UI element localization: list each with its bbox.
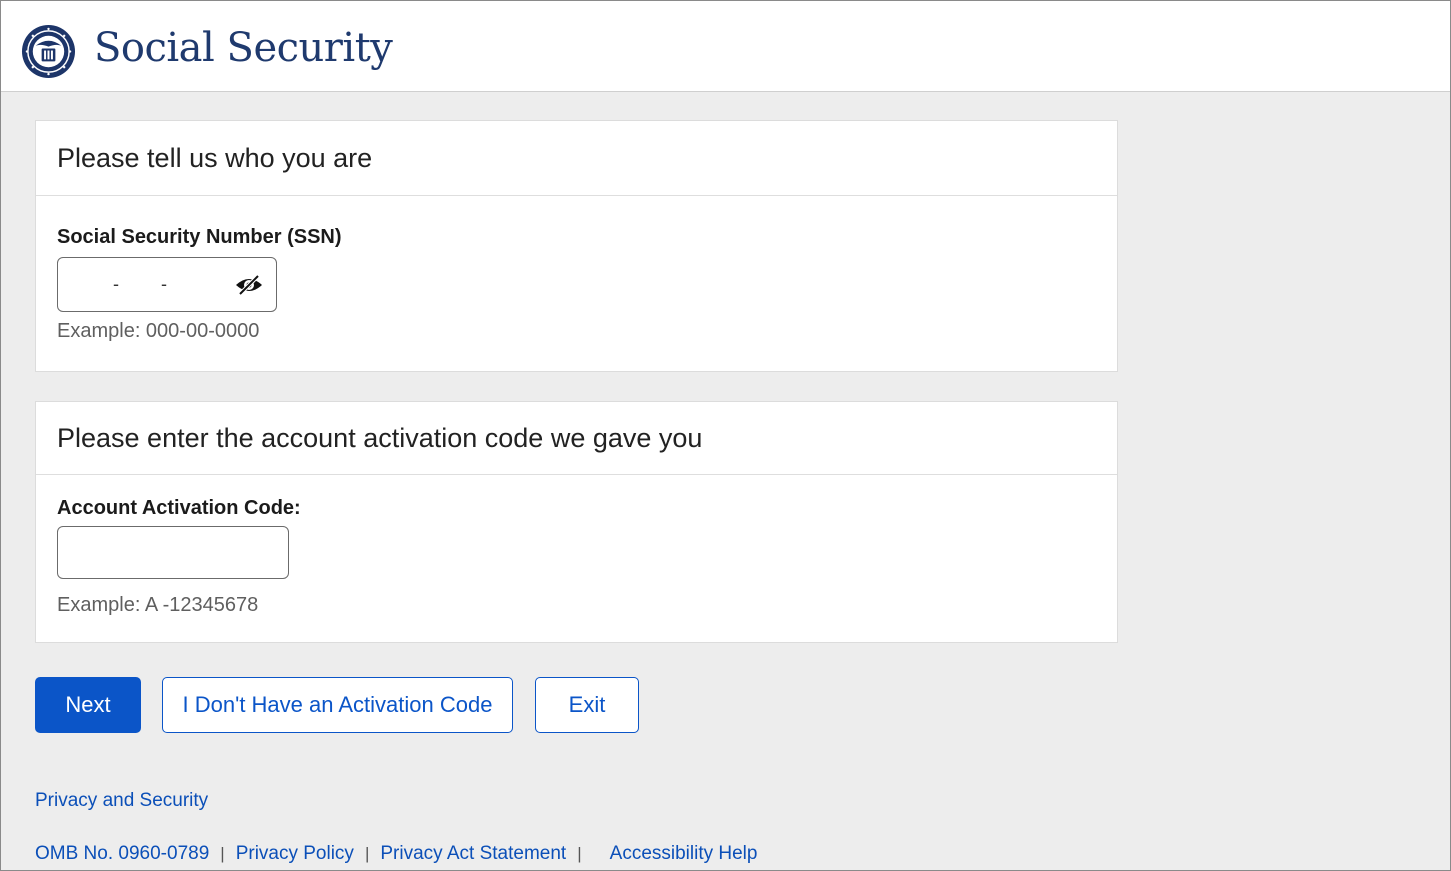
exit-button[interactable]: Exit [535, 677, 639, 733]
footer-separator: | [364, 844, 370, 863]
next-button[interactable]: Next [35, 677, 141, 733]
activation-card: Please enter the account activation code… [35, 401, 1118, 643]
identity-card: Please tell us who you are Social Securi… [35, 120, 1118, 372]
activation-code-input[interactable] [57, 526, 289, 579]
no-activation-code-button[interactable]: I Don't Have an Activation Code [162, 677, 513, 733]
ssn-hint: Example: 000-00-0000 [57, 320, 260, 342]
privacy-policy-link[interactable]: Privacy Policy [236, 843, 354, 865]
page-frame: Social Security Please tell us who you a… [0, 0, 1451, 871]
ssn-input[interactable]: - - [57, 257, 277, 312]
identity-heading: Please tell us who you are [36, 121, 1117, 196]
activation-code-hint: Example: A -12345678 [57, 594, 259, 616]
site-header: Social Security [1, 1, 1450, 92]
footer-separator: | [577, 844, 582, 863]
ssa-seal-icon [21, 24, 76, 79]
footer-separator: | [220, 844, 225, 863]
omb-number-link[interactable]: OMB No. 0960-0789 [35, 843, 209, 865]
eye-slash-icon[interactable] [234, 274, 264, 296]
ssn-label: Social Security Number (SSN) [57, 226, 342, 248]
ssn-dash-1: - [113, 274, 119, 294]
ssn-dash-2: - [161, 274, 167, 294]
privacy-act-statement-link[interactable]: Privacy Act Statement [380, 843, 566, 865]
site-title: Social Security [94, 25, 393, 71]
activation-heading: Please enter the account activation code… [36, 402, 1117, 475]
privacy-security-link[interactable]: Privacy and Security [35, 790, 208, 812]
activation-code-label: Account Activation Code: [57, 497, 301, 519]
footer-links: OMB No. 0960-0789 | Privacy Policy | Pri… [35, 843, 757, 865]
accessibility-help-link[interactable]: Accessibility Help [610, 843, 758, 865]
